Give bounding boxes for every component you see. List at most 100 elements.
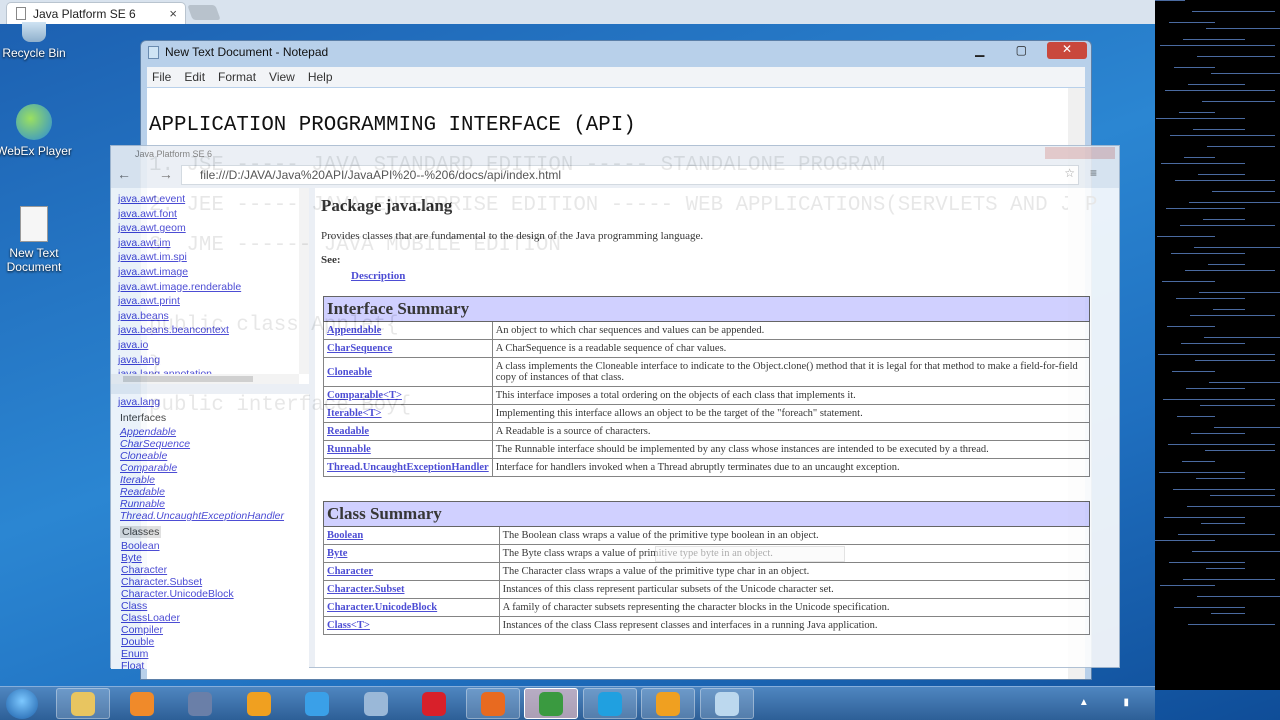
class-link[interactable]: Character xyxy=(121,564,309,576)
interface-link[interactable]: Comparable xyxy=(120,462,309,474)
package-link[interactable]: java.awt.font xyxy=(118,207,309,222)
interface-link[interactable]: Iterable xyxy=(120,474,309,486)
type-link[interactable]: Cloneable xyxy=(323,357,493,387)
close-button[interactable]: ✕ xyxy=(1047,42,1087,59)
package-link[interactable]: java.lang xyxy=(118,353,309,368)
taskbar-outlook-button[interactable] xyxy=(232,688,286,719)
scanline xyxy=(1165,90,1275,91)
class-link[interactable]: Class xyxy=(121,600,309,612)
taskbar-media-player-button[interactable] xyxy=(115,688,169,719)
interfaces-heading: Interfaces xyxy=(120,412,167,424)
interface-link[interactable]: Cloneable xyxy=(120,450,309,462)
desktop-icon-recycle-bin[interactable]: Recycle Bin xyxy=(0,22,74,60)
desktop-icon-webex[interactable]: WebEx Player xyxy=(0,104,74,158)
type-link[interactable]: Iterable<T> xyxy=(323,404,493,423)
window-controls[interactable] xyxy=(1045,147,1115,159)
class-link[interactable]: Float xyxy=(121,660,309,669)
taskbar-safari-button[interactable] xyxy=(349,688,403,719)
package-link[interactable]: java.io xyxy=(118,338,309,353)
table-row: Class<T> Instances of the class Class rep… xyxy=(323,616,1091,635)
packages-scrollbar[interactable] xyxy=(299,188,309,374)
scanline xyxy=(1169,562,1245,563)
type-link[interactable]: Readable xyxy=(323,422,493,441)
type-link[interactable]: Appendable xyxy=(323,321,493,340)
class-link[interactable]: Boolean xyxy=(121,540,309,552)
scanline xyxy=(1192,551,1280,552)
taskbar-notepad-button[interactable] xyxy=(699,688,754,719)
type-link[interactable]: Byte xyxy=(323,544,500,563)
taskbar-explorer-button[interactable] xyxy=(56,688,110,719)
bookmark-star-icon[interactable]: ☆ xyxy=(1064,166,1075,180)
description-link[interactable]: Description xyxy=(351,270,405,282)
notepad-titlebar[interactable]: New Text Document - Notepad ▁ ▢ ✕ xyxy=(141,41,1091,63)
browser-ghost-tab[interactable]: Java Platform SE 6 xyxy=(111,146,1119,162)
package-link[interactable]: java.beans xyxy=(118,309,309,324)
type-link[interactable]: Boolean xyxy=(323,526,500,545)
package-link[interactable]: java.awt.im.spi xyxy=(118,250,309,265)
class-link[interactable]: Compiler xyxy=(121,624,309,636)
virtualbox-icon xyxy=(188,691,212,716)
package-link[interactable]: java.awt.image.renderable xyxy=(118,280,309,295)
minimize-maximize-buttons[interactable]: ▁ ▢ xyxy=(975,43,1041,57)
browser-tab[interactable]: Java Platform SE 6 × xyxy=(6,2,186,24)
menu-format[interactable]: Format xyxy=(218,70,256,84)
taskbar-chrome-button[interactable] xyxy=(524,688,578,719)
taskbar-firefox-button[interactable] xyxy=(465,688,520,719)
type-link[interactable]: Comparable<T> xyxy=(323,386,493,405)
type-link[interactable]: Character xyxy=(323,562,500,581)
interface-link[interactable]: CharSequence xyxy=(120,438,309,450)
interface-link[interactable]: Appendable xyxy=(120,426,309,438)
chrome-menu-icon[interactable]: ≡ xyxy=(1090,166,1097,180)
scanline xyxy=(1187,506,1280,507)
desktop-icon-new-text-document[interactable]: New Text Document xyxy=(0,206,74,274)
start-button[interactable] xyxy=(6,689,38,719)
package-link[interactable]: java.beans.beancontext xyxy=(118,323,309,338)
menu-view[interactable]: View xyxy=(269,70,295,84)
scanline xyxy=(1168,444,1275,445)
type-link[interactable]: Character.UnicodeBlock xyxy=(323,598,500,617)
menu-edit[interactable]: Edit xyxy=(184,70,205,84)
taskbar-plugin-button[interactable] xyxy=(641,688,695,719)
package-link[interactable]: java.awt.geom xyxy=(118,221,309,236)
new-tab-button[interactable] xyxy=(187,5,221,20)
class-link[interactable]: Byte xyxy=(121,552,309,564)
class-link[interactable]: Double xyxy=(121,636,309,648)
class-link[interactable]: Character.UnicodeBlock xyxy=(121,588,309,600)
package-link[interactable]: java.awt.image xyxy=(118,265,309,280)
type-link[interactable]: Runnable xyxy=(323,440,493,459)
url-input[interactable]: file:///D:/JAVA/Java%20API/JavaAPI%20--%… xyxy=(181,165,1079,185)
package-link[interactable]: java.awt.event xyxy=(118,192,309,207)
class-link[interactable]: Enum xyxy=(121,648,309,660)
packages-hscrollbar[interactable] xyxy=(111,374,299,384)
taskbar-opera-button[interactable] xyxy=(407,688,461,719)
package-link[interactable]: java.awt.print xyxy=(118,294,309,309)
scanline xyxy=(1194,247,1280,248)
scanline xyxy=(1158,354,1275,355)
class-link[interactable]: ClassLoader xyxy=(121,612,309,624)
scanline xyxy=(1175,180,1275,181)
interface-link[interactable]: Thread.UncaughtExceptionHandler xyxy=(120,510,309,522)
class-link[interactable]: Character.Subset xyxy=(121,576,309,588)
type-link[interactable]: Thread.UncaughtExceptionHandler xyxy=(323,458,493,477)
type-link[interactable]: CharSequence xyxy=(323,339,493,358)
scanline xyxy=(1172,371,1215,372)
system-tray[interactable]: ▲ ▮ xyxy=(1079,697,1145,708)
menu-help[interactable]: Help xyxy=(308,70,333,84)
taskbar-skype-button[interactable] xyxy=(582,688,637,719)
scanline xyxy=(1174,607,1245,608)
interface-link[interactable]: Readable xyxy=(120,486,309,498)
type-link[interactable]: Character.Subset xyxy=(323,580,500,599)
taskbar-virtualbox-button[interactable] xyxy=(173,688,227,719)
table-row: Character.UnicodeBlock A family of charac… xyxy=(323,598,1091,617)
package-link[interactable]: java.awt.im xyxy=(118,236,309,251)
menu-file[interactable]: File xyxy=(152,70,171,84)
window-title: New Text Document - Notepad xyxy=(165,45,329,59)
classes-heading: Classes xyxy=(120,526,162,538)
webex-icon xyxy=(16,104,52,140)
close-tab-icon[interactable]: × xyxy=(169,6,177,21)
taskbar-internet-explorer-button[interactable] xyxy=(290,688,344,719)
class-summary-heading: Class Summary xyxy=(323,501,1090,527)
interface-link[interactable]: Runnable xyxy=(120,498,309,510)
package-name-link[interactable]: java.lang xyxy=(118,396,309,408)
type-link[interactable]: Class<T> xyxy=(323,616,500,635)
